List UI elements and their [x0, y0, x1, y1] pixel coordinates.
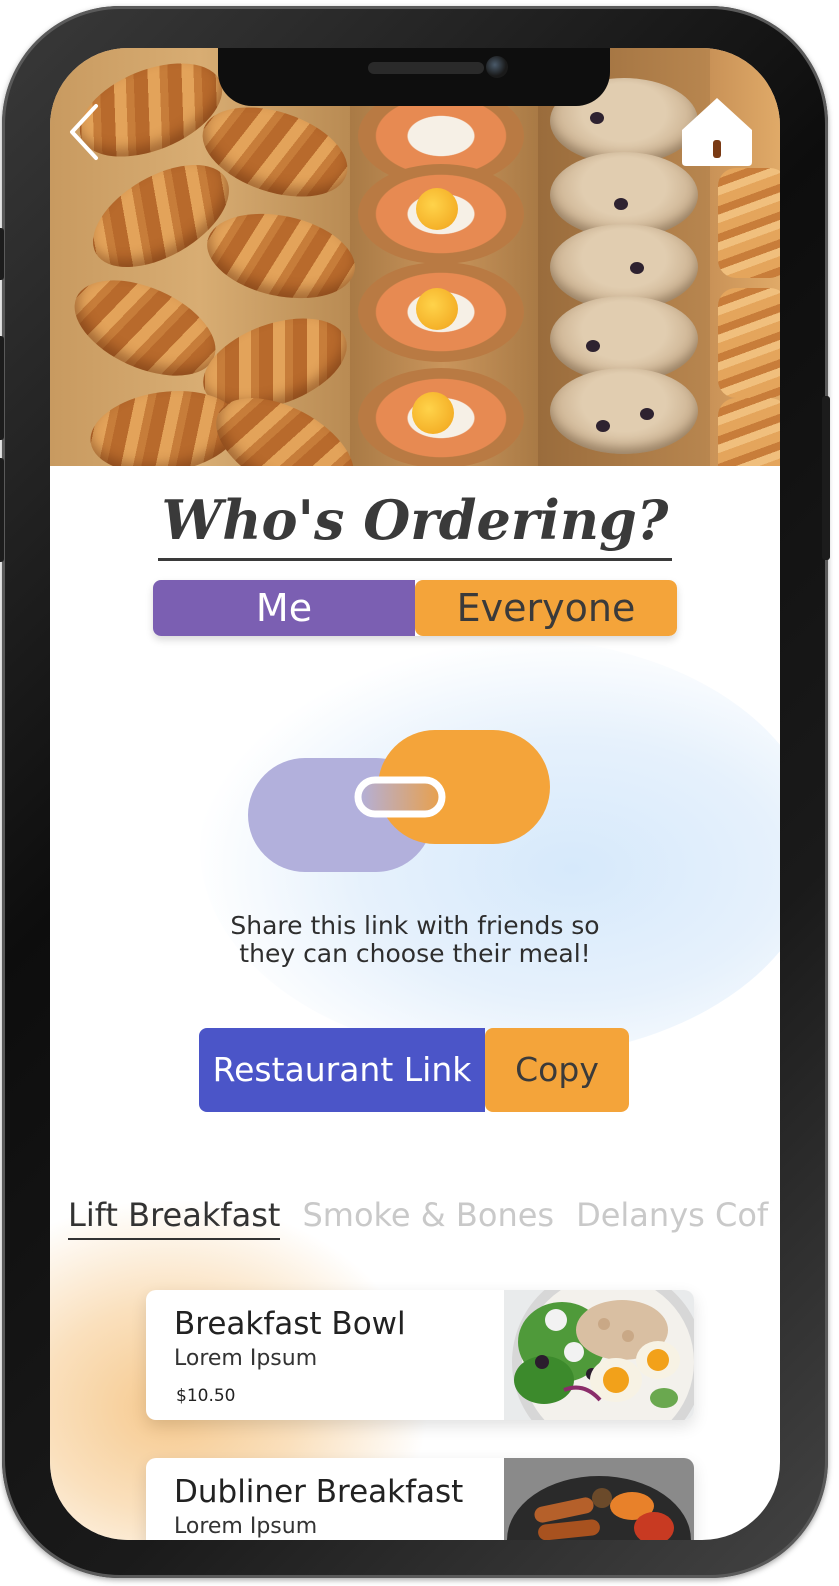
order-mode-toggle[interactable]: Me Everyone [153, 580, 677, 636]
home-icon [682, 98, 752, 166]
dubliner-breakfast-image [504, 1458, 694, 1540]
restaurant-link-bar: Restaurant Link Copy [199, 1028, 629, 1112]
power-button [822, 396, 830, 560]
segment-me[interactable]: Me [153, 580, 415, 636]
menu-item-subtitle: Lorem Ipsum [174, 1346, 318, 1371]
tab-lift-breakfast[interactable]: Lift Breakfast [68, 1196, 281, 1240]
menu-item-subtitle: Lorem Ipsum [174, 1514, 318, 1539]
menu-item-title: Dubliner Breakfast [174, 1474, 464, 1510]
volume-up-button [0, 336, 4, 440]
phone-frame: Who's Ordering? Me Everyone Share this l… [0, 6, 830, 1578]
tab-smoke-and-bones[interactable]: Smoke & Bones [302, 1196, 554, 1238]
page-title-text: Who's Ordering? [157, 488, 673, 561]
menu-item-price: $10.50 [176, 1386, 236, 1406]
back-button[interactable] [64, 102, 104, 162]
copy-button[interactable]: Copy [485, 1028, 629, 1112]
front-camera [486, 56, 508, 78]
chevron-left-icon [70, 104, 98, 160]
home-button[interactable] [678, 94, 756, 168]
link-icon [248, 730, 550, 872]
menu-item-title: Breakfast Bowl [174, 1306, 406, 1342]
phone-notch [218, 48, 610, 106]
restaurant-link-label[interactable]: Restaurant Link [199, 1028, 485, 1112]
page-title: Who's Ordering? [50, 488, 780, 561]
volume-down-button [0, 458, 4, 562]
tab-delanys-cof[interactable]: Delanys Cof [576, 1196, 768, 1238]
silent-switch [0, 228, 4, 280]
menu-item-card[interactable]: Dubliner Breakfast Lorem Ipsum [146, 1458, 694, 1540]
speaker-grille [368, 62, 484, 74]
restaurant-tabs: Lift Breakfast Smoke & Bones Delanys Cof [68, 1196, 780, 1246]
hero-pastry-image [50, 48, 780, 466]
segment-everyone[interactable]: Everyone [415, 580, 677, 636]
app-screen: Who's Ordering? Me Everyone Share this l… [50, 48, 780, 1540]
share-instructions: Share this link with friends so they can… [230, 911, 600, 968]
breakfast-bowl-image [504, 1290, 694, 1420]
menu-item-card[interactable]: Breakfast Bowl Lorem Ipsum $10.50 [146, 1290, 694, 1420]
